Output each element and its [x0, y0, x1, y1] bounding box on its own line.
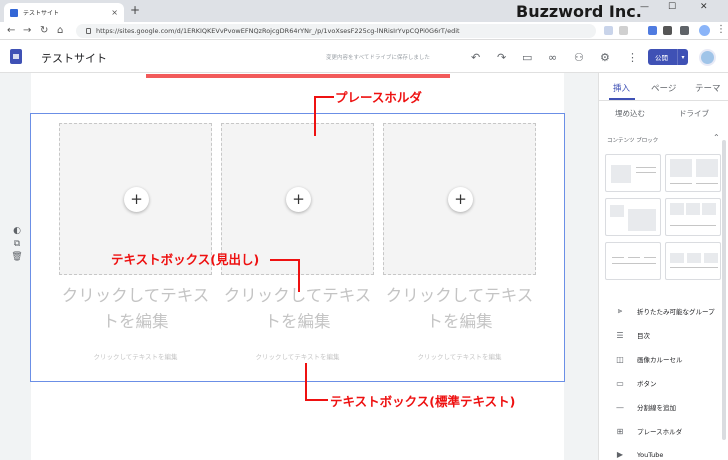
content-block-tile[interactable] [605, 198, 661, 236]
sites-logo-icon[interactable] [10, 49, 22, 64]
tab-themes[interactable]: テーマ [695, 82, 721, 94]
tab-insert[interactable]: 挿入 [613, 82, 630, 94]
body-textbox[interactable]: クリックしてテキストを編集 [59, 351, 212, 361]
chevron-up-icon[interactable]: ⌃ [713, 133, 720, 142]
new-tab-button[interactable]: + [130, 3, 140, 17]
duplicate-icon[interactable]: ⧉ [11, 239, 23, 249]
annotation-connector [305, 363, 307, 400]
insert-table-of-contents[interactable]: ☰ 目次 [613, 330, 650, 341]
site-name[interactable]: テストサイト [41, 50, 107, 66]
content-block-tile[interactable] [605, 242, 661, 280]
annotation-connector [270, 259, 300, 261]
panel-item-label: プレースホルダ [637, 428, 683, 436]
puzzle-icon[interactable] [663, 26, 672, 35]
insert-button[interactable]: ▭ ボタン [613, 378, 657, 389]
heading-textbox[interactable]: クリックしてテキストを編集 [59, 283, 212, 335]
maximize-icon[interactable]: ☐ [668, 2, 676, 12]
image-placeholder[interactable]: + [383, 123, 536, 275]
insert-youtube[interactable]: ▶ YouTube [613, 450, 664, 459]
content-block-tile[interactable] [605, 154, 661, 192]
panel-item-label: 分割線を追加 [637, 404, 676, 412]
embed-button[interactable]: 埋め込む [615, 108, 645, 119]
link-icon[interactable]: ∞ [548, 51, 557, 64]
toc-icon: ☰ [616, 330, 624, 340]
annotation-connector [305, 399, 328, 401]
content-block-tile[interactable] [665, 154, 721, 192]
avatar[interactable] [699, 49, 716, 66]
annotation-connector [298, 259, 300, 292]
insert-panel: 挿入 ページ テーマ 埋め込む ドライブ コンテンツ ブロック ⌃ ⫸ 折りたた… [598, 73, 728, 460]
youtube-icon: ▶ [616, 450, 624, 459]
watermark: Buzzword Inc. [516, 2, 642, 21]
palette-icon[interactable]: ◐ [11, 226, 23, 236]
sidepanel-icon[interactable] [680, 26, 689, 35]
tab-pages[interactable]: ページ [651, 82, 676, 94]
preview-icon[interactable]: ▭ [522, 51, 532, 64]
browser-tab[interactable]: テストサイト × [4, 3, 124, 22]
drive-button[interactable]: ドライブ [679, 108, 709, 119]
panel-item-label: YouTube [637, 450, 664, 459]
home-icon[interactable]: ⌂ [57, 25, 63, 36]
annotation-placeholder: プレースホルダ [335, 90, 422, 105]
delete-icon[interactable]: 🗑 [11, 252, 23, 262]
add-icon[interactable]: + [124, 187, 149, 212]
body-textbox[interactable]: クリックしてテキストを編集 [383, 351, 536, 361]
publish-label: 公開 [655, 54, 668, 62]
content-block-tile[interactable] [665, 242, 721, 280]
insert-image-carousel[interactable]: ◫ 画像カルーセル [613, 354, 683, 365]
panel-item-label: ボタン [637, 380, 657, 388]
panel-item-label: 画像カルーセル [637, 356, 683, 364]
button-icon: ▭ [616, 378, 624, 388]
insert-placeholder[interactable]: ⊞ プレースホルダ [613, 426, 683, 437]
placeholder-icon: ⊞ [616, 426, 624, 436]
profile-icon[interactable] [699, 25, 710, 36]
content-blocks-heading: コンテンツ ブロック [607, 138, 659, 144]
reload-icon[interactable]: ↻ [40, 25, 48, 36]
annotation-body-box: テキストボックス(標準テキスト) [330, 394, 516, 409]
sites-favicon-icon [10, 8, 18, 17]
save-status: 変更内容をすべてドライブに保存しました [326, 55, 430, 61]
url-bar[interactable]: https://sites.google.com/d/1ERKIQKEVvPvo… [76, 24, 596, 38]
forward-icon[interactable]: → [23, 25, 31, 36]
share-icon[interactable]: ⚇ [574, 51, 584, 64]
redo-icon[interactable]: ↷ [497, 51, 506, 64]
add-icon[interactable]: + [286, 187, 311, 212]
add-icon[interactable]: + [448, 187, 473, 212]
lock-icon [86, 28, 91, 34]
divider-icon: — [616, 402, 624, 412]
publish-button[interactable]: 公開 ▾ [648, 49, 688, 65]
window-close-icon[interactable]: ✕ [700, 2, 708, 12]
section-tools: ◐ ⧉ 🗑 [11, 226, 23, 265]
carousel-icon: ◫ [616, 354, 624, 364]
sites-header: テストサイト 変更内容をすべてドライブに保存しました ↶ ↷ ▭ ∞ ⚇ ⚙ ⋮… [0, 41, 728, 73]
extension-icon[interactable] [619, 26, 628, 35]
panel-scrollbar[interactable] [722, 140, 726, 440]
close-tab-icon[interactable]: × [111, 8, 118, 17]
extension-icon[interactable] [604, 26, 613, 35]
heading-textbox[interactable]: クリックしてテキストを編集 [383, 283, 536, 335]
undo-icon[interactable]: ↶ [471, 51, 480, 64]
annotation-heading-box: テキストボックス(見出し) [111, 252, 260, 267]
chevron-down-icon[interactable]: ▾ [677, 49, 688, 65]
annotation-connector [314, 96, 316, 136]
settings-icon[interactable]: ⚙ [600, 51, 610, 64]
url-text: https://sites.google.com/d/1ERKIQKEVvPvo… [96, 27, 460, 35]
annotation-connector [314, 96, 334, 98]
tabs-divider [599, 100, 728, 101]
insert-collapsible-group[interactable]: ⫸ 折りたたみ可能なグループ [613, 306, 715, 316]
content-block-tile[interactable] [665, 198, 721, 236]
panel-item-label: 折りたたみ可能なグループ [637, 308, 715, 316]
more-options-icon[interactable]: ⋮ [627, 51, 638, 64]
body-textbox[interactable]: クリックしてテキストを編集 [221, 351, 374, 361]
back-icon[interactable]: ← [7, 25, 15, 36]
tab-title: テストサイト [23, 10, 60, 17]
chrome-menu-icon[interactable]: ⋮ [716, 24, 726, 35]
collapsible-group-icon: ⫸ [617, 306, 623, 315]
address-bar-row: ← → ↻ ⌂ https://sites.google.com/d/1ERKI… [0, 22, 728, 40]
extension-icon[interactable] [648, 26, 657, 35]
panel-item-label: 目次 [637, 332, 650, 340]
insert-divider[interactable]: — 分割線を追加 [613, 402, 676, 413]
header-banner [146, 74, 450, 78]
